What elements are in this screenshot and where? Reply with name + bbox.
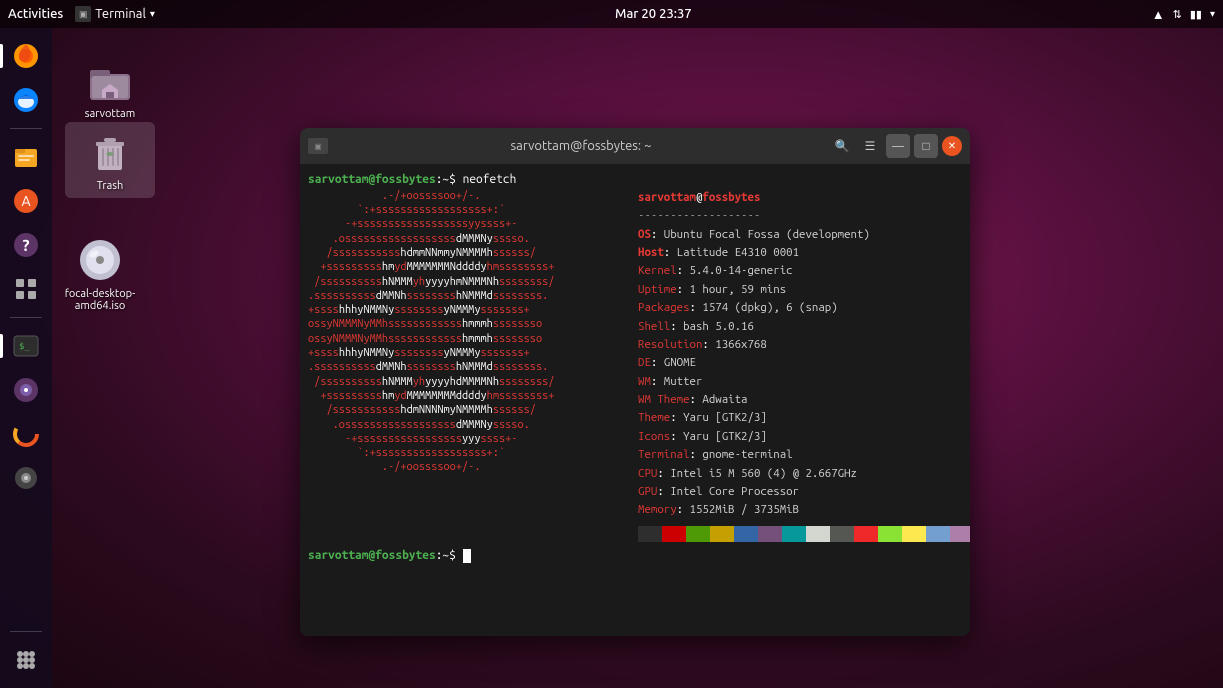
network-icon: ⇅ (1173, 8, 1182, 21)
color-block-5 (758, 526, 782, 542)
neofetch-info-panel: sarvottam@fossbytes ------------------- … (638, 189, 970, 542)
terminal-body[interactable]: sarvottam@fossbytes:~$ neofetch .-/+ooss… (300, 164, 970, 636)
sidebar: A ? $_ (0, 28, 52, 688)
color-block-3 (710, 526, 734, 542)
iso-label: focal-desktop-amd64.iso (61, 288, 139, 312)
color-block-11 (902, 526, 926, 542)
sidebar-separator-1 (10, 128, 42, 129)
terminal-cursor (463, 549, 471, 563)
color-block-12 (926, 526, 950, 542)
terminal-command-line: sarvottam@fossbytes:~$ neofetch (308, 172, 962, 189)
color-block-8 (830, 526, 854, 542)
sidebar-item-disk-utility[interactable] (6, 458, 46, 498)
color-block-2 (686, 526, 710, 542)
desktop-icon-home[interactable]: sarvottam (65, 50, 155, 126)
terminal-menu-button[interactable]: ☰ (858, 134, 882, 158)
sidebar-item-baobab[interactable] (6, 414, 46, 454)
wifi-icon: ▲ (1152, 7, 1165, 22)
terminal-menu-label: Terminal (95, 7, 146, 21)
activities-button[interactable]: Activities (8, 7, 63, 21)
terminal-titlebar: ▣ sarvottam@fossbytes: ~ 🔍 ☰ — □ ✕ (300, 128, 970, 164)
home-folder-label: sarvottam (85, 108, 135, 120)
sidebar-item-rhythmbox[interactable] (6, 370, 46, 410)
sidebar-bottom (6, 627, 46, 680)
terminal-menu-chevron: ▾ (150, 8, 155, 20)
terminal-prompt-line: sarvottam@fossbytes:~$ (308, 548, 962, 565)
sidebar-item-apps-grid[interactable] (6, 640, 46, 680)
color-block-6 (782, 526, 806, 542)
neofetch-output: .-/+oossssoo+/-. `:+ssssssssssssssssss+:… (308, 189, 962, 542)
desktop-icon-iso[interactable]: focal-desktop-amd64.iso (55, 230, 145, 318)
trash-label: Trash (97, 180, 124, 192)
sidebar-item-appgrid[interactable] (6, 269, 46, 309)
battery-icon: ▮▮ (1190, 8, 1202, 21)
sidebar-item-firefox[interactable] (6, 36, 46, 76)
terminal-menu-item[interactable]: ▣ Terminal ▾ (75, 6, 155, 22)
topbar-datetime: Mar 20 23:37 (615, 7, 692, 21)
neofetch-ascii-art: .-/+oossssoo+/-. `:+ssssssssssssssssss+:… (308, 189, 638, 542)
terminal-window: ▣ sarvottam@fossbytes: ~ 🔍 ☰ — □ ✕ sarvo… (300, 128, 970, 636)
terminal-minimize-button[interactable]: — (886, 134, 910, 158)
terminal-search-button[interactable]: 🔍 (830, 134, 854, 158)
svg-text:?: ? (22, 237, 29, 255)
neofetch-color-blocks (638, 526, 970, 542)
sidebar-item-help[interactable]: ? (6, 225, 46, 265)
home-folder-icon-img (86, 56, 134, 104)
sidebar-separator-bottom (10, 631, 42, 632)
color-block-10 (878, 526, 902, 542)
desktop-icon-trash[interactable]: Trash (65, 122, 155, 198)
iso-icon-img (76, 236, 124, 284)
sidebar-item-software[interactable]: A (6, 181, 46, 221)
color-block-1 (662, 526, 686, 542)
sidebar-separator-2 (10, 317, 42, 318)
color-block-13 (950, 526, 970, 542)
color-block-4 (734, 526, 758, 542)
topbar: Activities ▣ Terminal ▾ Mar 20 23:37 ▲ ⇅… (0, 0, 1223, 28)
terminal-title: sarvottam@fossbytes: ~ (336, 139, 826, 153)
terminal-title-icon: ▣ (308, 138, 328, 154)
terminal-maximize-button[interactable]: □ (914, 134, 938, 158)
svg-text:A: A (21, 193, 30, 209)
color-block-9 (854, 526, 878, 542)
terminal-menu-icon: ▣ (75, 6, 91, 22)
sidebar-item-thunderbird[interactable] (6, 80, 46, 120)
sidebar-item-terminal[interactable]: $_ (6, 326, 46, 366)
trash-icon-img (86, 128, 134, 176)
color-block-0 (638, 526, 662, 542)
terminal-close-button[interactable]: ✕ (942, 136, 962, 156)
svg-text:$_: $_ (19, 342, 30, 352)
color-block-7 (806, 526, 830, 542)
system-indicator-chevron[interactable]: ▾ (1210, 8, 1215, 20)
topbar-indicators: ▲ ⇅ ▮▮ ▾ (1152, 7, 1215, 22)
sidebar-item-files[interactable] (6, 137, 46, 177)
